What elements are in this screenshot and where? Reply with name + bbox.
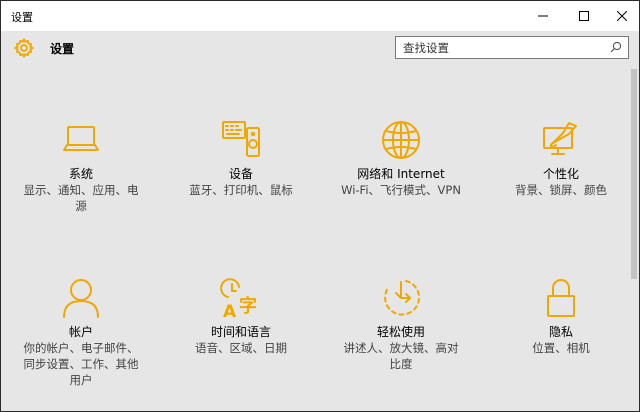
scrollbar-thumb[interactable] [631, 69, 637, 279]
maximize-icon [579, 11, 589, 21]
time-language-icon: A 字 [220, 278, 257, 320]
tile-description: 显示、通知、应用、电 [23, 183, 139, 197]
laptop-icon [63, 126, 99, 151]
close-button[interactable] [599, 1, 640, 31]
tile-description: 蓝牙、打印机、鼠标 [189, 183, 293, 197]
tile-devices[interactable]: 设备 蓝牙、打印机、鼠标 [171, 118, 311, 198]
tile-system[interactable]: 系统 显示、通知、应用、电 源 [11, 118, 151, 214]
minimize-icon [538, 15, 548, 17]
tile-accounts[interactable]: 帐户 你的帐户、电子邮件、 同步设置、工作、其他 用户 [11, 276, 151, 388]
tile-description: 用户 [69, 373, 93, 387]
tile-personalization[interactable]: 个性化 背景、锁屏、颜色 [491, 118, 631, 198]
scrollbar[interactable] [629, 61, 639, 411]
tile-description: 背景、锁屏、颜色 [515, 183, 607, 197]
gear-icon [14, 38, 34, 58]
tile-description: 比度 [389, 357, 413, 371]
globe-icon [382, 121, 420, 159]
lock-icon [547, 279, 575, 317]
tile-name: 设备 [228, 167, 253, 181]
title-bar[interactable]: 设置 [1, 1, 639, 31]
settings-categories: 系统 显示、通知、应用、电 源 设备 蓝牙、打印机、鼠标 网络和 Interne… [1, 65, 629, 411]
svg-text:字: 字 [239, 295, 257, 317]
ease-of-access-icon [384, 280, 421, 316]
tile-description: 你的帐户、电子邮件、 [23, 341, 139, 355]
close-icon [617, 11, 627, 21]
settings-header: 设置 [1, 31, 629, 65]
tile-network[interactable]: 网络和 Internet Wi-Fi、飞行模式、VPN [331, 118, 471, 198]
search-input[interactable] [396, 37, 601, 58]
minimize-button[interactable] [520, 1, 566, 31]
search-icon[interactable] [610, 41, 622, 53]
tile-ease-of-access[interactable]: 轻松使用 讲述人、放大镜、高对 比度 [331, 276, 471, 372]
tile-privacy[interactable]: 隐私 位置、相机 [491, 276, 631, 356]
devices-icon [222, 121, 260, 157]
tile-name: 时间和语言 [210, 325, 271, 339]
tile-name: 轻松使用 [376, 325, 425, 339]
tile-description: 位置、相机 [532, 341, 590, 355]
tile-name: 隐私 [548, 325, 573, 339]
search-box[interactable] [395, 36, 629, 59]
tile-name: 网络和 Internet [357, 167, 445, 181]
settings-window: 设置 设置 查找设置 系统 显示、通知、应用、电 源 设备 蓝牙、打印机、鼠标 … [0, 0, 640, 412]
tile-name: 帐户 [68, 325, 93, 339]
tile-description: 源 [75, 199, 87, 213]
tile-name: 个性化 [542, 167, 579, 181]
svg-text:A: A [223, 302, 237, 320]
personalization-icon [543, 122, 577, 155]
page-title: 设置 [50, 42, 75, 56]
tile-time-language[interactable]: A 字 时间和语言 语音、区域、日期 [171, 276, 311, 356]
tile-description: 讲述人、放大镜、高对 [343, 341, 459, 355]
window-title: 设置 [11, 11, 33, 24]
tile-description: 语音、区域、日期 [195, 341, 287, 355]
tile-description: Wi-Fi、飞行模式、VPN [341, 183, 461, 197]
person-icon [63, 279, 99, 318]
tile-name: 系统 [68, 167, 93, 181]
tile-description: 同步设置、工作、其他 [23, 357, 139, 371]
